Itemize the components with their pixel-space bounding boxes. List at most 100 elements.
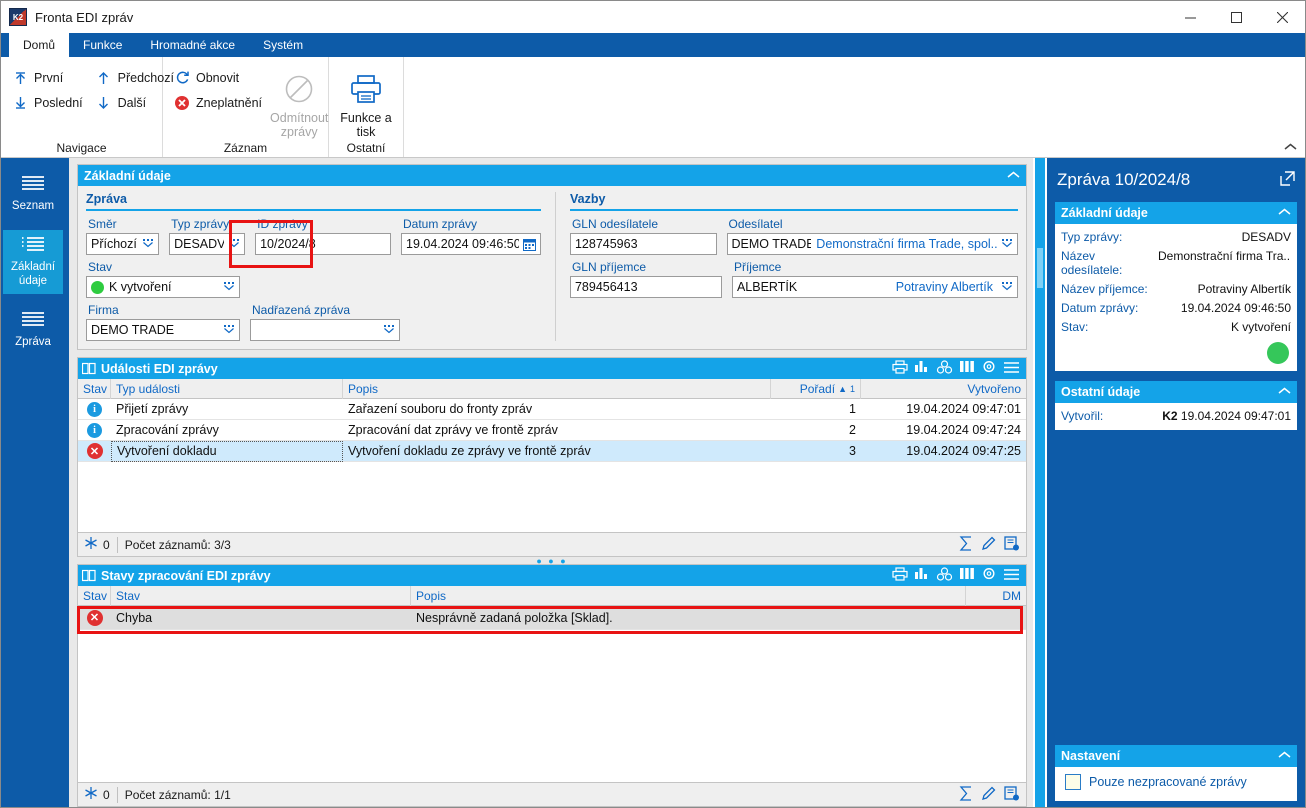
firma-input[interactable]: DEMO TRADE [86,319,240,341]
chevron-down-icon[interactable] [997,281,1013,294]
column-header-popis[interactable]: Popis [343,378,771,399]
columns-icon[interactable] [959,360,975,377]
pivot-icon[interactable] [936,567,953,584]
print-icon[interactable] [892,567,908,584]
gear-icon[interactable] [981,360,997,377]
chevron-down-icon[interactable] [224,238,240,251]
sidebar-item-seznam[interactable]: Seznam [3,162,63,226]
ribbon-button-funkce-a-tisk[interactable]: Funkce a tisk [335,61,397,141]
table-row[interactable]: i Přijetí zprávy Zařazení souboru do fro… [78,399,1026,420]
cell-popis: Nesprávně zadaná položka [Sklad]. [416,610,613,625]
columns-icon[interactable] [959,567,975,584]
stav-input[interactable]: K vytvoření [86,276,240,298]
events-grid-body: i Přijetí zprávy Zařazení souboru do fro… [78,399,1026,532]
ribbon-button-posledni[interactable]: Poslední [7,90,91,115]
chart-icon[interactable] [914,567,930,584]
filter-icon[interactable] [84,786,98,803]
field-stav-label: Stav [88,260,113,274]
close-button[interactable] [1259,1,1305,33]
maximize-button[interactable] [1213,1,1259,33]
tab-funkce[interactable]: Funkce [69,33,136,57]
sidebar-item-zprava-label: Zpráva [15,336,51,348]
chevron-up-icon[interactable] [1278,386,1291,398]
sum-icon[interactable] [959,785,973,804]
id-zpravy-input[interactable]: 10/2024/8 [255,233,391,255]
table-row[interactable]: i Zpracování zprávy Zpracování dat zpráv… [78,420,1026,441]
datum-zpravy-input[interactable]: 19.04.2024 09:46:50 [401,233,541,255]
chevron-down-icon[interactable] [138,238,154,251]
ribbon-button-prvni[interactable]: První [7,65,91,90]
basic-data-body: Zpráva Směr Příchozí Typ zprávy DESADV I… [78,186,1026,349]
right-section-ostatni-udaje-header[interactable]: Ostatní údaje [1055,381,1297,403]
right-section-zakladni-udaje-header[interactable]: Základní údaje [1055,202,1297,224]
tab-system[interactable]: Systém [249,33,317,57]
chevron-up-icon[interactable] [1278,207,1291,219]
column-header-stav[interactable]: Stav [78,378,111,399]
sidebar-item-zprava[interactable]: Zpráva [3,298,63,362]
detail-row-vytvoril: Vytvořil: K2 19.04.2024 09:47:01 [1061,406,1291,425]
gln-prijemce-value: 789456413 [574,280,638,294]
sum-icon[interactable] [959,535,973,554]
gear-icon[interactable] [981,567,997,584]
column-header-stav[interactable]: Stav [111,585,411,606]
chevron-down-icon[interactable] [379,324,395,337]
gln-odesilatele-input[interactable]: 128745963 [569,233,717,255]
column-header-vytvoreno[interactable]: Vytvořeno [861,379,1026,399]
sidebar-item-zakladni-udaje[interactable]: Základní údaje [3,230,63,294]
row-status-icon-cell: i [78,420,111,441]
grid-splitter[interactable]: ● ● ● [77,556,1027,566]
scrollbar-thumb[interactable] [1037,248,1043,288]
ribbon-button-obnovit[interactable]: Obnovit [169,65,270,90]
detail-row-nazev-prijemce: Název příjemce: Potraviny Albertík [1061,279,1291,298]
pivot-icon[interactable] [936,360,953,377]
table-row[interactable]: ✕ Chyba Nesprávně zadaná položka [Sklad]… [78,606,1026,630]
table-row[interactable]: ✕ Vytvoření dokladu Vytvoření dokladu ze… [78,440,1026,462]
print-icon[interactable] [892,360,908,377]
menu-icon[interactable] [1003,361,1020,377]
right-section-zakladni-udaje-body: Typ zprávy: DESADV Název odesílatele: De… [1055,224,1297,371]
ribbon-button-zneplatneni[interactable]: Zneplatnění [169,90,270,115]
prijemce-input[interactable]: ALBERTÍK Potraviny Albertík [731,276,1018,298]
events-grid-title: Události EDI zprávy [101,361,218,376]
new-record-icon[interactable] [1004,785,1020,804]
calendar-icon[interactable] [519,238,536,251]
chevron-down-icon[interactable] [219,324,235,337]
open-external-icon[interactable] [1280,171,1297,189]
odesilatel-input[interactable]: DEMO TRADE Demonstrační firma Trade, spo… [726,233,1018,255]
ribbon-body: První Poslední Předchozí Další Navigace … [1,57,1305,158]
typ-zpravy-input[interactable]: DESADV [169,233,246,255]
chevron-down-icon[interactable] [997,238,1013,251]
column-header-poradi[interactable]: Pořadí ▲ 1 [771,378,861,399]
column-header-stav-icon[interactable]: Stav [78,585,111,606]
column-header-dm[interactable]: DM [966,586,1026,606]
edit-icon[interactable] [981,536,996,554]
right-section-nastaveni-header[interactable]: Nastavení [1055,745,1297,767]
column-header-typ-udalosti[interactable]: Typ události [111,378,343,399]
edit-icon[interactable] [981,786,996,804]
fieldset-zprava-rule [86,209,541,211]
nadrazena-zprava-input[interactable] [250,319,400,341]
column-header-popis[interactable]: Popis [411,585,966,606]
states-grid-title: Stavy zpracování EDI zprávy [101,568,271,583]
smer-input[interactable]: Příchozí [86,233,160,255]
chevron-down-icon[interactable] [219,281,235,294]
cell-popis: Vytvoření dokladu ze zprávy ve frontě zp… [348,444,591,458]
tab-domu[interactable]: Domů [9,33,70,57]
ribbon-collapse-button[interactable] [1284,142,1297,154]
new-record-icon[interactable] [1004,535,1020,554]
field-datum-zpravy: Datum zprávy 19.04.2024 09:46:50 [401,217,541,255]
cell-vytvoreno: 19.04.2024 09:47:01 [906,402,1021,416]
vertical-scrollbar[interactable] [1035,158,1045,807]
chevron-up-icon[interactable] [1007,170,1020,182]
menu-icon[interactable] [1003,568,1020,584]
row-firma-nadrazena: Firma DEMO TRADE Nadřazená zpráva [86,303,541,341]
minimize-button[interactable] [1167,1,1213,33]
chart-icon[interactable] [914,360,930,377]
checkbox-icon[interactable] [1065,774,1081,790]
checkbox-pouze-nezpracovane-zpravy[interactable]: Pouze nezpracované zprávy [1063,770,1291,796]
chevron-up-icon[interactable] [1278,750,1291,762]
tab-hromadne-akce[interactable]: Hromadné akce [136,33,249,57]
gln-prijemce-input[interactable]: 789456413 [569,276,722,298]
filter-icon[interactable] [84,536,98,553]
